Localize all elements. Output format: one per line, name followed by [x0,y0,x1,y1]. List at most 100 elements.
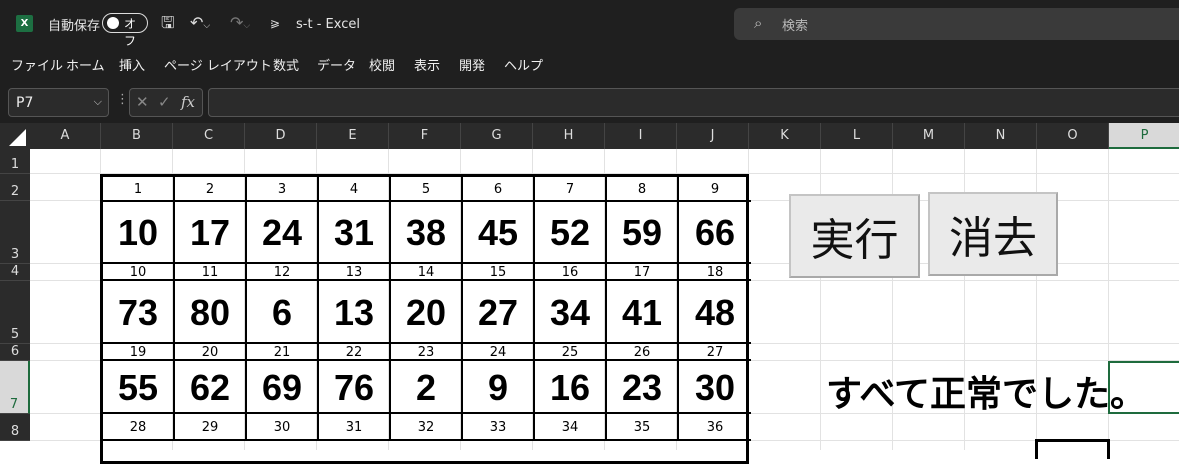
table-value-cell[interactable]: 2 [391,361,463,414]
tab-insert[interactable]: 挿入 [119,55,145,74]
table-value-cell[interactable]: 30 [679,361,751,414]
tab-home[interactable]: ホーム [66,55,105,74]
table-index-cell[interactable]: 13 [319,264,391,281]
table-value-cell[interactable]: 27 [463,281,535,344]
table-index-cell[interactable]: 12 [247,264,319,281]
table-value-cell[interactable]: 62 [175,361,247,414]
column-header-c[interactable]: C [173,123,245,149]
more-icon[interactable]: ⋮ [116,92,129,107]
column-header-l[interactable]: L [821,123,893,149]
autosave-toggle[interactable]: オフ [102,13,148,48]
table-value-cell[interactable]: 59 [607,202,679,264]
column-header-m[interactable]: M [893,123,965,149]
formula-input[interactable] [208,88,1179,117]
table-index-cell[interactable]: 25 [535,344,607,361]
table-index-cell[interactable]: 7 [535,177,607,202]
table-index-cell[interactable]: 35 [607,414,679,441]
table-index-cell[interactable]: 15 [463,264,535,281]
table-value-cell[interactable]: 73 [103,281,175,344]
table-value-cell[interactable]: 41 [607,281,679,344]
table-index-cell[interactable]: 14 [391,264,463,281]
enter-icon[interactable]: ✓ [158,93,171,111]
column-header-a[interactable]: A [30,123,101,149]
table-index-cell[interactable]: 1 [103,177,175,202]
tab-page-layout[interactable]: ページ レイアウト [164,55,272,74]
customize-icon[interactable]: ⪀ [270,14,280,32]
table-value-cell[interactable]: 6 [247,281,319,344]
table-index-cell[interactable]: 19 [103,344,175,361]
tab-developer[interactable]: 開発 [459,55,485,74]
row-header-4[interactable]: 4 [0,264,30,281]
row-header-2[interactable]: 2 [0,174,30,201]
table-index-cell[interactable]: 26 [607,344,679,361]
tab-view[interactable]: 表示 [414,55,440,74]
table-value-cell[interactable]: 80 [175,281,247,344]
table-value-cell[interactable]: 76 [319,361,391,414]
select-all-button[interactable] [0,123,30,149]
table-value-cell[interactable]: 48 [679,281,751,344]
column-header-k[interactable]: K [749,123,821,149]
table-value-cell[interactable]: 34 [535,281,607,344]
name-box[interactable]: P7 ⌵ [8,88,109,117]
table-index-cell[interactable]: 27 [679,344,751,361]
table-index-cell[interactable]: 22 [319,344,391,361]
cancel-icon[interactable]: ✕ [136,93,149,111]
table-index-cell[interactable]: 21 [247,344,319,361]
table-index-cell[interactable]: 3 [247,177,319,202]
row-header-6[interactable]: 6 [0,344,30,361]
clear-button[interactable]: 消去 [928,192,1058,276]
save-icon[interactable]: 🖫 [161,14,175,32]
column-header-o[interactable]: O [1037,123,1109,149]
table-index-cell[interactable]: 18 [679,264,751,281]
column-header-e[interactable]: E [317,123,389,149]
table-value-cell[interactable]: 45 [463,202,535,264]
table-value-cell[interactable]: 9 [463,361,535,414]
table-index-cell[interactable]: 34 [535,414,607,441]
table-value-cell[interactable]: 55 [103,361,175,414]
chevron-down-icon[interactable]: ⌵ [94,95,102,109]
row-header-3[interactable]: 3 [0,201,30,264]
column-header-h[interactable]: H [533,123,605,149]
row-header-1[interactable]: 1 [0,149,30,174]
tab-file[interactable]: ファイル [11,55,63,74]
table-index-cell[interactable]: 23 [391,344,463,361]
table-index-cell[interactable]: 11 [175,264,247,281]
table-index-cell[interactable]: 30 [247,414,319,441]
table-index-cell[interactable]: 6 [463,177,535,202]
table-index-cell[interactable]: 28 [103,414,175,441]
column-header-g[interactable]: G [461,123,533,149]
table-index-cell[interactable]: 20 [175,344,247,361]
table-index-cell[interactable]: 9 [679,177,751,202]
table-index-cell[interactable]: 31 [319,414,391,441]
table-index-cell[interactable]: 2 [175,177,247,202]
table-index-cell[interactable]: 4 [319,177,391,202]
column-header-j[interactable]: J [677,123,749,149]
table-value-cell[interactable]: 23 [607,361,679,414]
search-box[interactable]: ⌕ 検索 [734,8,1179,40]
table-value-cell[interactable]: 17 [175,202,247,264]
column-header-p[interactable]: P [1109,123,1179,149]
column-header-b[interactable]: B [101,123,173,149]
table-value-cell[interactable]: 31 [319,202,391,264]
table-value-cell[interactable]: 69 [247,361,319,414]
worksheet-grid[interactable]: ABCDEFGHIJKLMNOP 12345678 1 10 2 17 3 24 4 31 5 3… [0,123,1179,464]
column-header-n[interactable]: N [965,123,1037,149]
insert-function-icon[interactable]: fx [181,93,195,111]
tab-formulas[interactable]: 数式 [273,55,299,74]
tab-help[interactable]: ヘルプ [504,55,543,74]
tab-data[interactable]: データ [317,55,356,74]
row-header-7[interactable]: 7 [0,361,30,414]
table-value-cell[interactable]: 24 [247,202,319,264]
table-index-cell[interactable]: 17 [607,264,679,281]
table-index-cell[interactable]: 33 [463,414,535,441]
active-cell-p7[interactable] [1108,361,1179,414]
table-value-cell[interactable]: 38 [391,202,463,264]
table-index-cell[interactable]: 5 [391,177,463,202]
table-value-cell[interactable]: 16 [535,361,607,414]
table-index-cell[interactable]: 8 [607,177,679,202]
redo-icon[interactable]: ↷⌵ [230,14,250,35]
row-header-5[interactable]: 5 [0,281,30,344]
table-index-cell[interactable]: 24 [463,344,535,361]
column-header-d[interactable]: D [245,123,317,149]
table-index-cell[interactable]: 32 [391,414,463,441]
